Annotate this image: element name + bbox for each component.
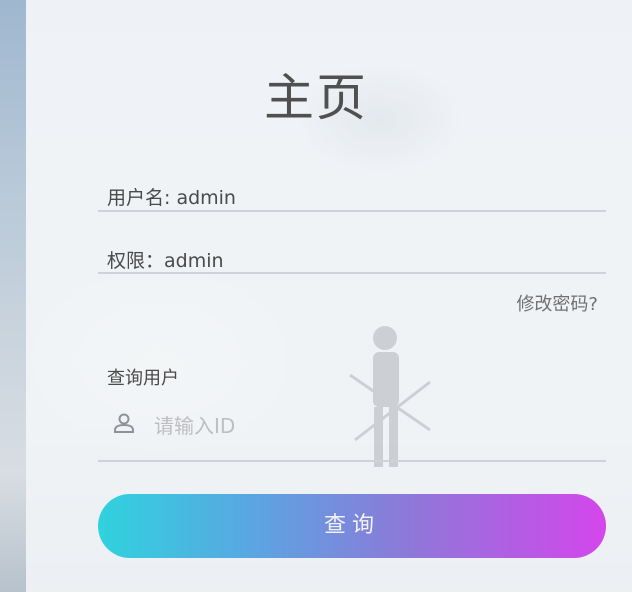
user-icon [114,413,134,433]
username-text: 用户名: admin [107,187,236,209]
username-row: 用户名: admin [98,180,606,212]
query-user-label: 查询用户 [107,368,179,389]
user-id-input[interactable] [152,408,586,444]
query-id-field [98,398,606,462]
change-password-link[interactable]: 修改密码? [516,290,598,316]
permission-text: 权限：admin [107,250,224,272]
query-button[interactable]: 查询 [98,494,606,558]
page-title: 主页 [264,69,368,127]
permission-row: 权限：admin [98,243,606,274]
